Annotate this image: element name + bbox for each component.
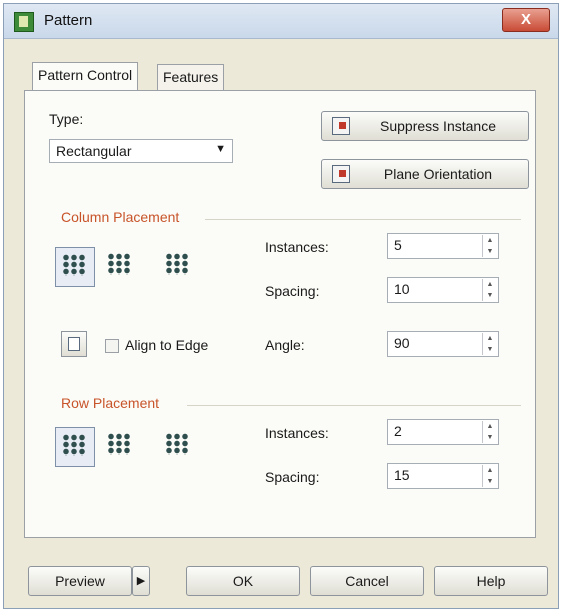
- help-button[interactable]: Help: [434, 566, 548, 596]
- type-dropdown[interactable]: Rectangular ▼: [49, 139, 233, 163]
- grid-dots-icon: [165, 433, 189, 455]
- type-value: Rectangular: [56, 143, 132, 159]
- preview-label: Preview: [55, 573, 105, 589]
- align-to-edge-label: Align to Edge: [125, 337, 209, 353]
- window-title: Pattern: [44, 12, 93, 29]
- cancel-label: Cancel: [345, 573, 389, 589]
- row-spacing-value: 15: [394, 467, 410, 483]
- suppress-instance-icon: [332, 117, 350, 135]
- align-select-button[interactable]: [61, 331, 87, 357]
- column-spacing-value: 10: [394, 281, 410, 297]
- row-layout-top-icon[interactable]: [55, 427, 95, 467]
- group-divider: [205, 219, 521, 220]
- row-spacing-input[interactable]: 15 ▲ ▼: [387, 463, 499, 489]
- column-angle-label: Angle:: [265, 337, 305, 353]
- column-instances-input[interactable]: 5 ▲ ▼: [387, 233, 499, 259]
- row-instances-input[interactable]: 2 ▲ ▼: [387, 419, 499, 445]
- tab-features[interactable]: Features: [157, 64, 225, 90]
- cancel-button[interactable]: Cancel: [310, 566, 424, 596]
- ok-label: OK: [232, 573, 254, 589]
- column-layout-center-icon[interactable]: [101, 247, 141, 287]
- grid-dots-icon: [165, 253, 189, 275]
- spinner-arrows-icon[interactable]: ▲ ▼: [482, 235, 497, 257]
- pattern-control-panel: Type: Rectangular ▼ Suppress Instance Pl…: [24, 90, 536, 538]
- group-divider: [187, 405, 521, 406]
- grid-dots-icon: [107, 433, 131, 455]
- spinner-arrows-icon[interactable]: ▲ ▼: [482, 421, 497, 443]
- preview-dropdown-arrow[interactable]: ▶: [132, 566, 150, 596]
- chevron-right-icon: ▶: [136, 575, 146, 587]
- type-label: Type:: [49, 111, 84, 127]
- tab-label: Features: [163, 69, 219, 85]
- column-layout-right-icon[interactable]: [159, 247, 199, 287]
- pattern-app-icon: [14, 12, 34, 32]
- pattern-dialog: Pattern X Pattern Control Features Type:…: [3, 3, 559, 609]
- plane-orientation-icon: [332, 165, 350, 183]
- spinner-arrows-icon[interactable]: ▲ ▼: [482, 465, 497, 487]
- plane-orientation-label: Plane Orientation: [383, 166, 493, 182]
- row-instances-value: 2: [394, 423, 402, 439]
- row-layout-center-icon[interactable]: [101, 427, 141, 467]
- row-spacing-label: Spacing:: [265, 469, 320, 485]
- preview-button[interactable]: Preview: [28, 566, 132, 596]
- column-instances-value: 5: [394, 237, 402, 253]
- column-instances-label: Instances:: [265, 239, 329, 255]
- grid-dots-icon: [62, 254, 86, 276]
- column-angle-input[interactable]: 90 ▲ ▼: [387, 331, 499, 357]
- row-placement-title: Row Placement: [61, 395, 160, 411]
- tab-label: Pattern Control: [38, 67, 133, 83]
- column-spacing-label: Spacing:: [265, 283, 320, 299]
- spinner-arrows-icon[interactable]: ▲ ▼: [482, 279, 497, 301]
- grid-dots-icon: [62, 434, 86, 456]
- spinner-arrows-icon[interactable]: ▲ ▼: [482, 333, 497, 355]
- chevron-down-icon: ▼: [215, 143, 226, 155]
- title-bar[interactable]: Pattern X: [4, 4, 558, 39]
- help-label: Help: [476, 573, 506, 589]
- close-button[interactable]: X: [502, 8, 550, 32]
- column-spacing-input[interactable]: 10 ▲ ▼: [387, 277, 499, 303]
- column-placement-title: Column Placement: [61, 209, 180, 225]
- column-angle-value: 90: [394, 335, 410, 351]
- align-to-edge-checkbox[interactable]: [105, 339, 119, 353]
- tab-pattern-control[interactable]: Pattern Control: [32, 62, 139, 90]
- ok-button[interactable]: OK: [186, 566, 300, 596]
- column-layout-left-icon[interactable]: [55, 247, 95, 287]
- suppress-instance-label: Suppress Instance: [380, 118, 496, 134]
- row-layout-bottom-icon[interactable]: [159, 427, 199, 467]
- plane-orientation-button[interactable]: Plane Orientation: [321, 159, 529, 189]
- grid-dots-icon: [107, 253, 131, 275]
- suppress-instance-button[interactable]: Suppress Instance: [321, 111, 529, 141]
- row-instances-label: Instances:: [265, 425, 329, 441]
